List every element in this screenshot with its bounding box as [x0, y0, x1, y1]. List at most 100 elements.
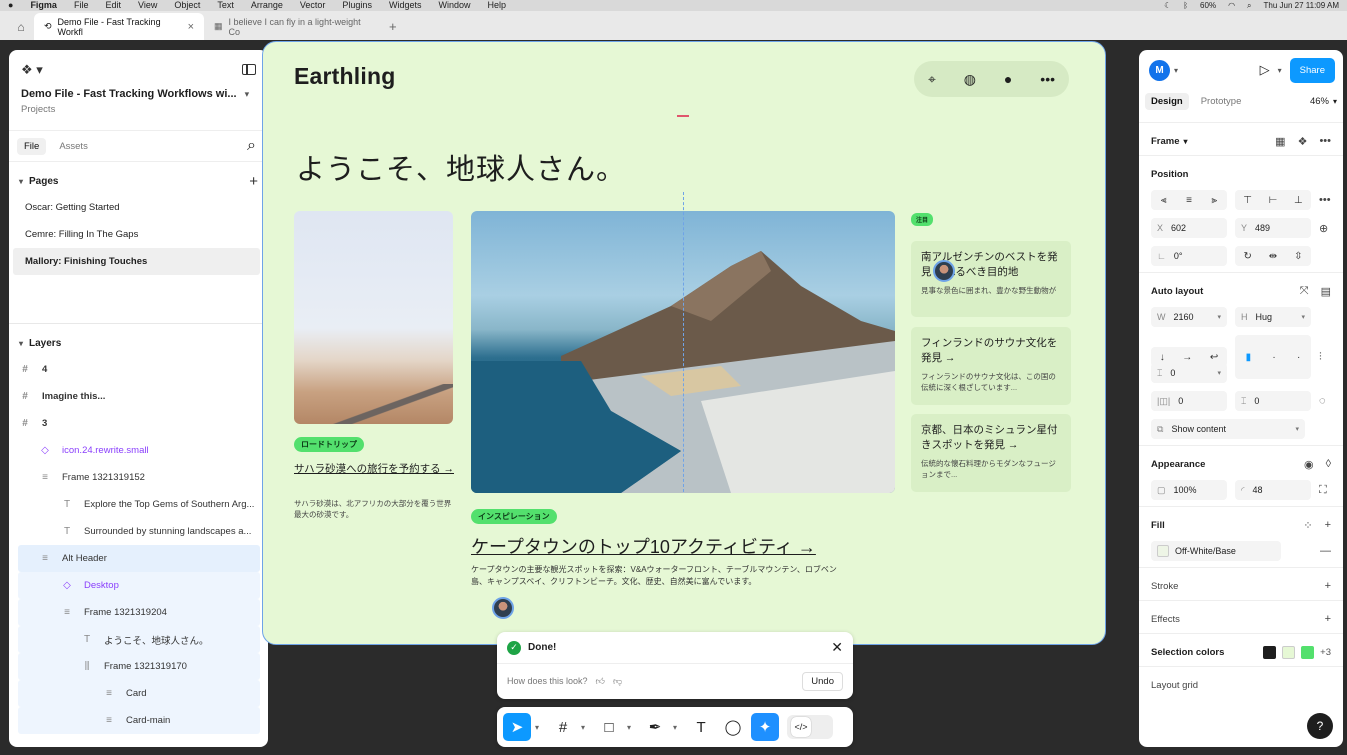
- undo-button[interactable]: Undo: [802, 671, 843, 691]
- more-icon[interactable]: •••: [1040, 71, 1055, 87]
- page-item[interactable]: Oscar: Getting Started: [13, 194, 260, 221]
- menu-plugins[interactable]: Plugins: [342, 0, 372, 11]
- apple-icon[interactable]: ●: [8, 0, 13, 11]
- new-tab-button[interactable]: +: [379, 19, 407, 40]
- close-icon[interactable]: ×: [188, 21, 194, 33]
- menu-figma[interactable]: Figma: [30, 0, 57, 11]
- color-swatch[interactable]: [1263, 645, 1277, 659]
- close-icon[interactable]: ✕: [831, 639, 843, 656]
- projects-link[interactable]: Projects: [21, 104, 256, 115]
- show-content-dropdown[interactable]: ⧉ Show content ▾: [1151, 419, 1305, 439]
- horizontal-padding-field[interactable]: |◫| 0: [1151, 391, 1227, 411]
- text-tool-icon[interactable]: T: [687, 713, 715, 741]
- tab-file[interactable]: File: [17, 137, 47, 155]
- thumbs-down-icon[interactable]: 👎︎: [613, 676, 622, 687]
- chevron-down-icon[interactable]: ▾: [1278, 66, 1282, 75]
- collaborator-avatar[interactable]: [492, 597, 514, 619]
- sidebar-toggle-icon[interactable]: [242, 64, 256, 75]
- add-stroke-icon[interactable]: +: [1325, 580, 1331, 592]
- grid-icon[interactable]: ▦: [1275, 135, 1285, 148]
- layer-row[interactable]: #4: [18, 356, 260, 383]
- more-colors-count[interactable]: +3: [1320, 647, 1331, 658]
- layer-row[interactable]: ≡ Frame 1321319204: [18, 599, 260, 626]
- card-title-link[interactable]: サハラ砂漠への旅行を予約する →: [294, 462, 454, 476]
- add-page-icon[interactable]: +: [249, 173, 258, 190]
- user-avatar[interactable]: M: [1149, 59, 1170, 81]
- page-item-active[interactable]: Mallory: Finishing Touches: [13, 248, 260, 275]
- dot-icon[interactable]: ·: [1272, 352, 1275, 363]
- dot-icon[interactable]: ·: [1297, 352, 1300, 363]
- remove-fill-icon[interactable]: —: [1320, 545, 1331, 557]
- flip-vertical-icon[interactable]: ⇳: [1294, 251, 1302, 262]
- autolayout-icon[interactable]: ▤: [1321, 285, 1331, 298]
- align-middle-icon[interactable]: ⊢: [1269, 195, 1278, 206]
- side-card[interactable]: 南アルゼンチンのベストを発見 訪れるべき目的地 見事な景色に囲まれ、豊かな野生動…: [911, 241, 1071, 317]
- comment-tool-icon[interactable]: ◯: [719, 713, 747, 741]
- menu-view[interactable]: View: [138, 0, 157, 11]
- menu-file[interactable]: File: [74, 0, 89, 11]
- rotate-icon[interactable]: ↻: [1243, 251, 1251, 262]
- alignment-grid[interactable]: ▮ · ·: [1235, 335, 1311, 379]
- align-right-icon[interactable]: ⫸: [1212, 195, 1218, 206]
- menu-object[interactable]: Object: [174, 0, 200, 11]
- layer-row[interactable]: ≡ Frame 1321319152: [18, 464, 260, 491]
- resize-icon[interactable]: ⤧: [1300, 285, 1309, 298]
- gap-field[interactable]: ⌶ 0 ▾: [1151, 363, 1227, 383]
- layer-row[interactable]: ◇ icon.24.rewrite.small: [18, 437, 260, 464]
- component-icon[interactable]: ❖: [1298, 135, 1308, 148]
- search-icon[interactable]: ⌕: [1247, 1, 1251, 11]
- layer-row[interactable]: ⫼ Frame 1321319170: [18, 653, 260, 680]
- arrow-down-icon[interactable]: ↓: [1160, 352, 1165, 363]
- chevron-down-icon[interactable]: ▾: [1333, 97, 1337, 106]
- styles-grid-icon[interactable]: ⁘: [1303, 519, 1312, 532]
- menu-help[interactable]: Help: [487, 0, 506, 11]
- chevron-down-icon[interactable]: ▾: [1174, 66, 1178, 75]
- wrap-icon[interactable]: ↩: [1210, 352, 1218, 363]
- figma-menu-icon[interactable]: ❖ ▾: [21, 62, 256, 78]
- add-fill-icon[interactable]: +: [1325, 519, 1331, 532]
- rotation-field[interactable]: ∟ 0°: [1151, 246, 1227, 266]
- globe-icon[interactable]: ◍: [964, 71, 976, 88]
- constraints-icon[interactable]: ⊕: [1319, 222, 1328, 235]
- width-field[interactable]: W 2160 ▾: [1151, 307, 1227, 327]
- chevron-down-icon[interactable]: ▾: [1217, 369, 1221, 377]
- settings-sliders-icon[interactable]: ⫶: [1319, 351, 1322, 364]
- layer-row[interactable]: T ようこそ、地球人さん。: [18, 626, 260, 653]
- layer-row[interactable]: T Explore the Top Gems of Southern Arg...: [18, 491, 260, 518]
- moon-icon[interactable]: ☾: [1164, 1, 1171, 10]
- chevron-down-icon[interactable]: ▾: [1301, 313, 1305, 321]
- transform-group[interactable]: ↻ ⇹ ⇳: [1235, 246, 1311, 266]
- vertical-padding-field[interactable]: ⌶ 0: [1235, 391, 1311, 411]
- flip-horizontal-icon[interactable]: ⇹: [1269, 251, 1277, 262]
- color-swatch[interactable]: [1282, 645, 1296, 659]
- map-pin-icon[interactable]: ⌖: [928, 71, 936, 88]
- padding-settings-icon[interactable]: ◌: [1319, 395, 1326, 407]
- help-button[interactable]: ?: [1307, 713, 1333, 739]
- add-effect-icon[interactable]: +: [1325, 613, 1331, 625]
- pen-tool-icon[interactable]: ✒: [641, 713, 669, 741]
- opacity-field[interactable]: ▢ 100%: [1151, 480, 1227, 500]
- fill-swatch[interactable]: [1157, 545, 1169, 557]
- frame-tool-icon[interactable]: #: [549, 713, 577, 741]
- blend-mode-icon[interactable]: ◊: [1326, 458, 1331, 471]
- chevron-down-icon[interactable]: ▾: [19, 177, 23, 186]
- zoom-level[interactable]: 46%: [1310, 96, 1329, 107]
- layer-row-selected[interactable]: ≡ Alt Header: [18, 545, 260, 572]
- color-swatch[interactable]: [1301, 645, 1315, 659]
- layer-row[interactable]: #3: [18, 410, 260, 437]
- side-card[interactable]: フィンランドのサウナ文化を発見 → フィンランドのサウナ文化は、この国の伝統に深…: [911, 327, 1071, 405]
- corner-radius-field[interactable]: ◜ 48: [1235, 480, 1311, 500]
- user-icon[interactable]: ●: [1004, 71, 1012, 87]
- search-icon[interactable]: ⌕: [247, 137, 256, 155]
- home-icon[interactable]: ⌂: [8, 14, 34, 40]
- menu-arrange[interactable]: Arrange: [251, 0, 283, 11]
- layer-row[interactable]: # Imagine this...: [18, 383, 260, 410]
- present-play-icon[interactable]: ▷: [1260, 62, 1270, 78]
- align-top-left-icon[interactable]: ▮: [1246, 352, 1252, 363]
- independent-corners-icon[interactable]: ⛶: [1319, 484, 1327, 497]
- clock[interactable]: Thu Jun 27 11:09 AM: [1264, 1, 1339, 10]
- chevron-down-icon[interactable]: ▾: [535, 723, 539, 732]
- tab-prototype[interactable]: Prototype: [1195, 93, 1248, 110]
- main-card-title-link[interactable]: ケープタウンのトップ10アクティビティ →: [471, 533, 816, 559]
- align-center-icon[interactable]: ≡: [1186, 195, 1192, 206]
